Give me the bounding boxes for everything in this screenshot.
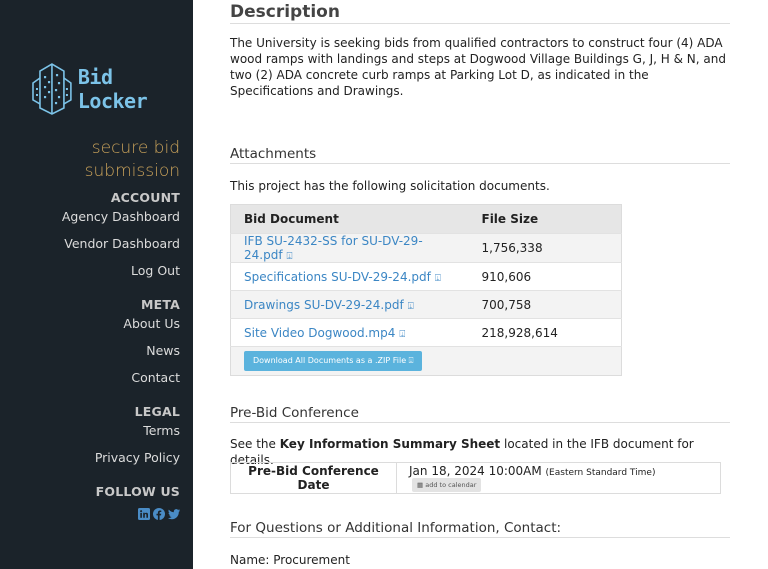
table-footer-row: Download All Documents as a .ZIP File ⍗ (230, 346, 622, 376)
twitter-icon[interactable] (168, 505, 180, 520)
document-name: Specifications SU-DV-29-24.pdf (244, 269, 431, 284)
linkedin-icon[interactable] (138, 505, 150, 520)
download-icon: ⍗ (407, 300, 414, 312)
nav-heading-legal: LEGAL (134, 404, 180, 419)
nav-heading-follow-us: FOLLOW US (95, 484, 180, 499)
file-size: 700,758 (468, 290, 622, 319)
download-icon: ⍗ (408, 356, 414, 365)
table-row: Site Video Dogwood.mp4 ⍗ 218,928,614 (230, 318, 622, 347)
document-name: Site Video Dogwood.mp4 (244, 325, 396, 340)
pre-bid-heading: Pre-Bid Conference (230, 405, 730, 423)
facebook-icon[interactable] (153, 505, 165, 520)
file-size: 218,928,614 (468, 318, 622, 347)
file-size: 910,606 (468, 262, 622, 291)
sidebar-nav: ACCOUNT Agency Dashboard Vendor Dashboar… (0, 189, 180, 520)
table-row: IFB SU-2432-SS for SU-DV-29-24.pdf ⍗ 1,75… (230, 233, 622, 263)
sidebar-item-terms[interactable]: Terms (0, 421, 180, 448)
document-name: Drawings SU-DV-29-24.pdf (244, 297, 404, 312)
column-header-file-size: File Size (468, 204, 622, 234)
attachments-table: Bid Document File Size IFB SU-2432-SS fo… (230, 204, 622, 376)
contact-heading: For Questions or Additional Information,… (230, 520, 730, 538)
table-row: Pre-Bid Conference Date Jan 18, 2024 10:… (230, 462, 721, 494)
pre-bid-table: Pre-Bid Conference Date Jan 18, 2024 10:… (230, 462, 721, 494)
download-icon: ⍗ (434, 272, 441, 284)
nav-heading-meta: META (140, 297, 180, 312)
table-row: Drawings SU-DV-29-24.pdf ⍗ 700,758 (230, 290, 622, 319)
table-row: Specifications SU-DV-29-24.pdf ⍗ 910,606 (230, 262, 622, 291)
document-link[interactable]: Site Video Dogwood.mp4 ⍗ (244, 326, 405, 340)
sidebar-item-agency-dashboard[interactable]: Agency Dashboard (0, 207, 180, 234)
description-heading: Description (230, 2, 730, 24)
description-text: The University is seeking bids from qual… (230, 36, 726, 98)
download-icon: ⍗ (399, 328, 406, 340)
sidebar-item-log-out[interactable]: Log Out (0, 261, 180, 288)
document-link[interactable]: Specifications SU-DV-29-24.pdf ⍗ (244, 270, 441, 284)
contact-name: Name: Procurement (230, 553, 350, 567)
tagline-line-2: submission (84, 161, 180, 181)
file-size: 1,756,338 (468, 233, 622, 263)
document-link[interactable]: IFB SU-2432-SS for SU-DV-29-24.pdf ⍗ (244, 234, 423, 262)
brand-name: Bid Locker (77, 65, 148, 113)
social-links (0, 505, 180, 520)
sidebar-item-privacy-policy[interactable]: Privacy Policy (0, 448, 180, 475)
attachments-heading: Attachments (230, 146, 730, 164)
timezone: (Eastern Standard Time) (545, 467, 656, 478)
conference-date-value: Jan 18, 2024 10:00AM (409, 463, 542, 478)
tagline-line-1: secure bid (91, 138, 180, 158)
nav-heading-account: ACCOUNT (110, 190, 180, 205)
logo[interactable]: Bid Locker (30, 62, 193, 116)
download-all-zip-button[interactable]: Download All Documents as a .ZIP File ⍗ (244, 351, 423, 371)
key-info-sheet-text: Key Information Summary Sheet (279, 437, 501, 451)
add-to-calendar-button[interactable]: ▦ add to calendar (412, 478, 482, 493)
sidebar-item-news[interactable]: News (0, 341, 180, 368)
tagline: secure bid submission (85, 137, 180, 183)
sidebar-item-about-us[interactable]: About Us (0, 314, 180, 341)
calendar-icon: ▦ (417, 481, 424, 490)
conference-date-cell: Jan 18, 2024 10:00AM (Eastern Standard T… (396, 462, 721, 494)
document-link[interactable]: Drawings SU-DV-29-24.pdf ⍗ (244, 298, 414, 312)
attachments-intro: This project has the following solicitat… (230, 179, 550, 193)
column-header-bid-document: Bid Document (230, 204, 469, 234)
sidebar-item-contact[interactable]: Contact (0, 368, 180, 395)
sidebar: Bid Locker secure bid submission ACCOUNT… (0, 0, 193, 569)
conference-date-label: Pre-Bid Conference Date (230, 462, 397, 494)
document-name: IFB SU-2432-SS for SU-DV-29-24.pdf (244, 234, 423, 262)
building-logo-icon (32, 63, 72, 115)
download-icon: ⍗ (286, 251, 293, 262)
table-header-row: Bid Document File Size (230, 204, 622, 234)
sidebar-item-vendor-dashboard[interactable]: Vendor Dashboard (0, 234, 180, 261)
